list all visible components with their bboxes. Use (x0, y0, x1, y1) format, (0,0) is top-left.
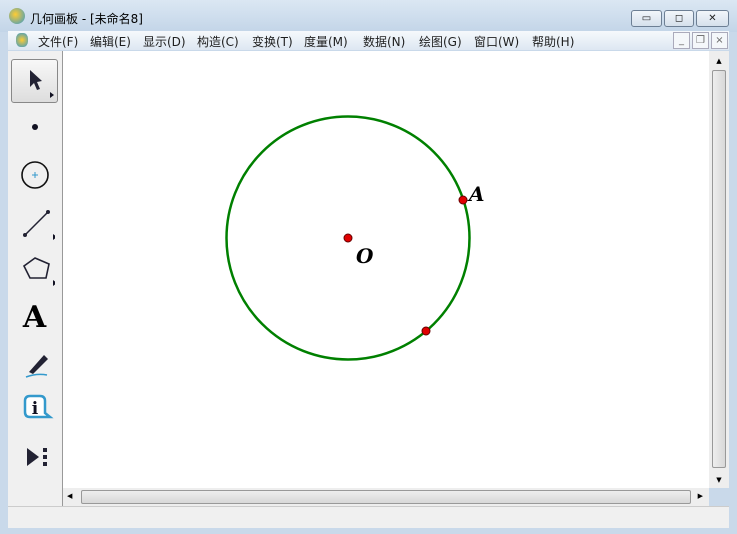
scroll-up-button[interactable]: ▲ (709, 51, 729, 65)
label-o[interactable]: O (356, 244, 373, 268)
mdi-minimize-button[interactable]: _ (673, 32, 690, 49)
menu-window[interactable]: 窗口(W) (474, 33, 519, 50)
menu-edit[interactable]: 编辑(E) (90, 33, 131, 50)
arrow-icon (29, 70, 54, 98)
scroll-right-button[interactable]: ▶ (698, 492, 703, 500)
menu-construct[interactable]: 构造(C) (197, 33, 239, 50)
menu-display[interactable]: 显示(D) (143, 33, 186, 50)
sketch-canvas[interactable]: O A (63, 51, 709, 488)
close-button[interactable]: ✕ (696, 10, 729, 27)
compass-tool[interactable] (11, 153, 58, 197)
minimize-button[interactable]: ▭ (631, 10, 662, 27)
info-icon: i (23, 394, 54, 419)
menu-measure[interactable]: 度量(M) (304, 33, 348, 50)
arrow-tool[interactable] (11, 59, 58, 103)
maximize-button[interactable]: ◻ (664, 10, 694, 27)
pentagon-icon (22, 257, 55, 286)
menu-help[interactable]: 帮助(H) (532, 33, 574, 50)
segment-icon (22, 210, 55, 240)
custom-tool-icon (26, 448, 47, 466)
custom-tool[interactable] (11, 435, 58, 479)
point-on-circle[interactable] (421, 326, 431, 336)
label-a[interactable]: A (469, 182, 485, 206)
app-icon (9, 8, 25, 24)
vertical-scrollbar[interactable]: ▲ ▼ (709, 51, 729, 488)
document-icon[interactable] (16, 33, 28, 47)
horizontal-scroll-thumb[interactable] (81, 490, 691, 504)
scroll-down-button[interactable]: ▼ (709, 476, 729, 484)
status-bar (8, 506, 729, 528)
menu-graph[interactable]: 绘图(G) (419, 33, 462, 50)
horizontal-scrollbar[interactable]: ◀ ▶ (63, 488, 709, 506)
window-title: 几何画板 - [未命名8] (30, 12, 143, 26)
title-bar: 几何画板 - [未命名8] ▭ ◻ ✕ (0, 0, 737, 32)
mdi-close-button[interactable]: × (711, 32, 728, 49)
straightedge-tool[interactable] (11, 201, 58, 245)
scroll-left-button[interactable]: ◀ (67, 492, 72, 500)
point-icon (31, 124, 38, 130)
text-tool[interactable]: A (11, 295, 58, 339)
menu-bar: 文件(F) 编辑(E) 显示(D) 构造(C) 变换(T) 度量(M) 数据(N… (8, 31, 729, 50)
menu-transform[interactable]: 变换(T) (252, 33, 293, 50)
marker-icon (25, 355, 48, 378)
center-point[interactable] (343, 233, 353, 243)
marker-tool[interactable] (11, 341, 58, 385)
point-a[interactable] (458, 195, 468, 205)
circle-icon (20, 161, 49, 189)
point-tool[interactable] (11, 105, 58, 149)
vertical-scroll-thumb[interactable] (712, 70, 726, 468)
menu-file[interactable]: 文件(F) (38, 33, 78, 50)
information-tool[interactable]: i (11, 387, 58, 431)
toolbox: A i (8, 51, 63, 506)
polygon-tool[interactable] (11, 247, 58, 291)
mdi-restore-button[interactable]: ❐ (692, 32, 709, 49)
svg-text:i: i (31, 399, 38, 419)
menu-data[interactable]: 数据(N) (363, 33, 405, 50)
